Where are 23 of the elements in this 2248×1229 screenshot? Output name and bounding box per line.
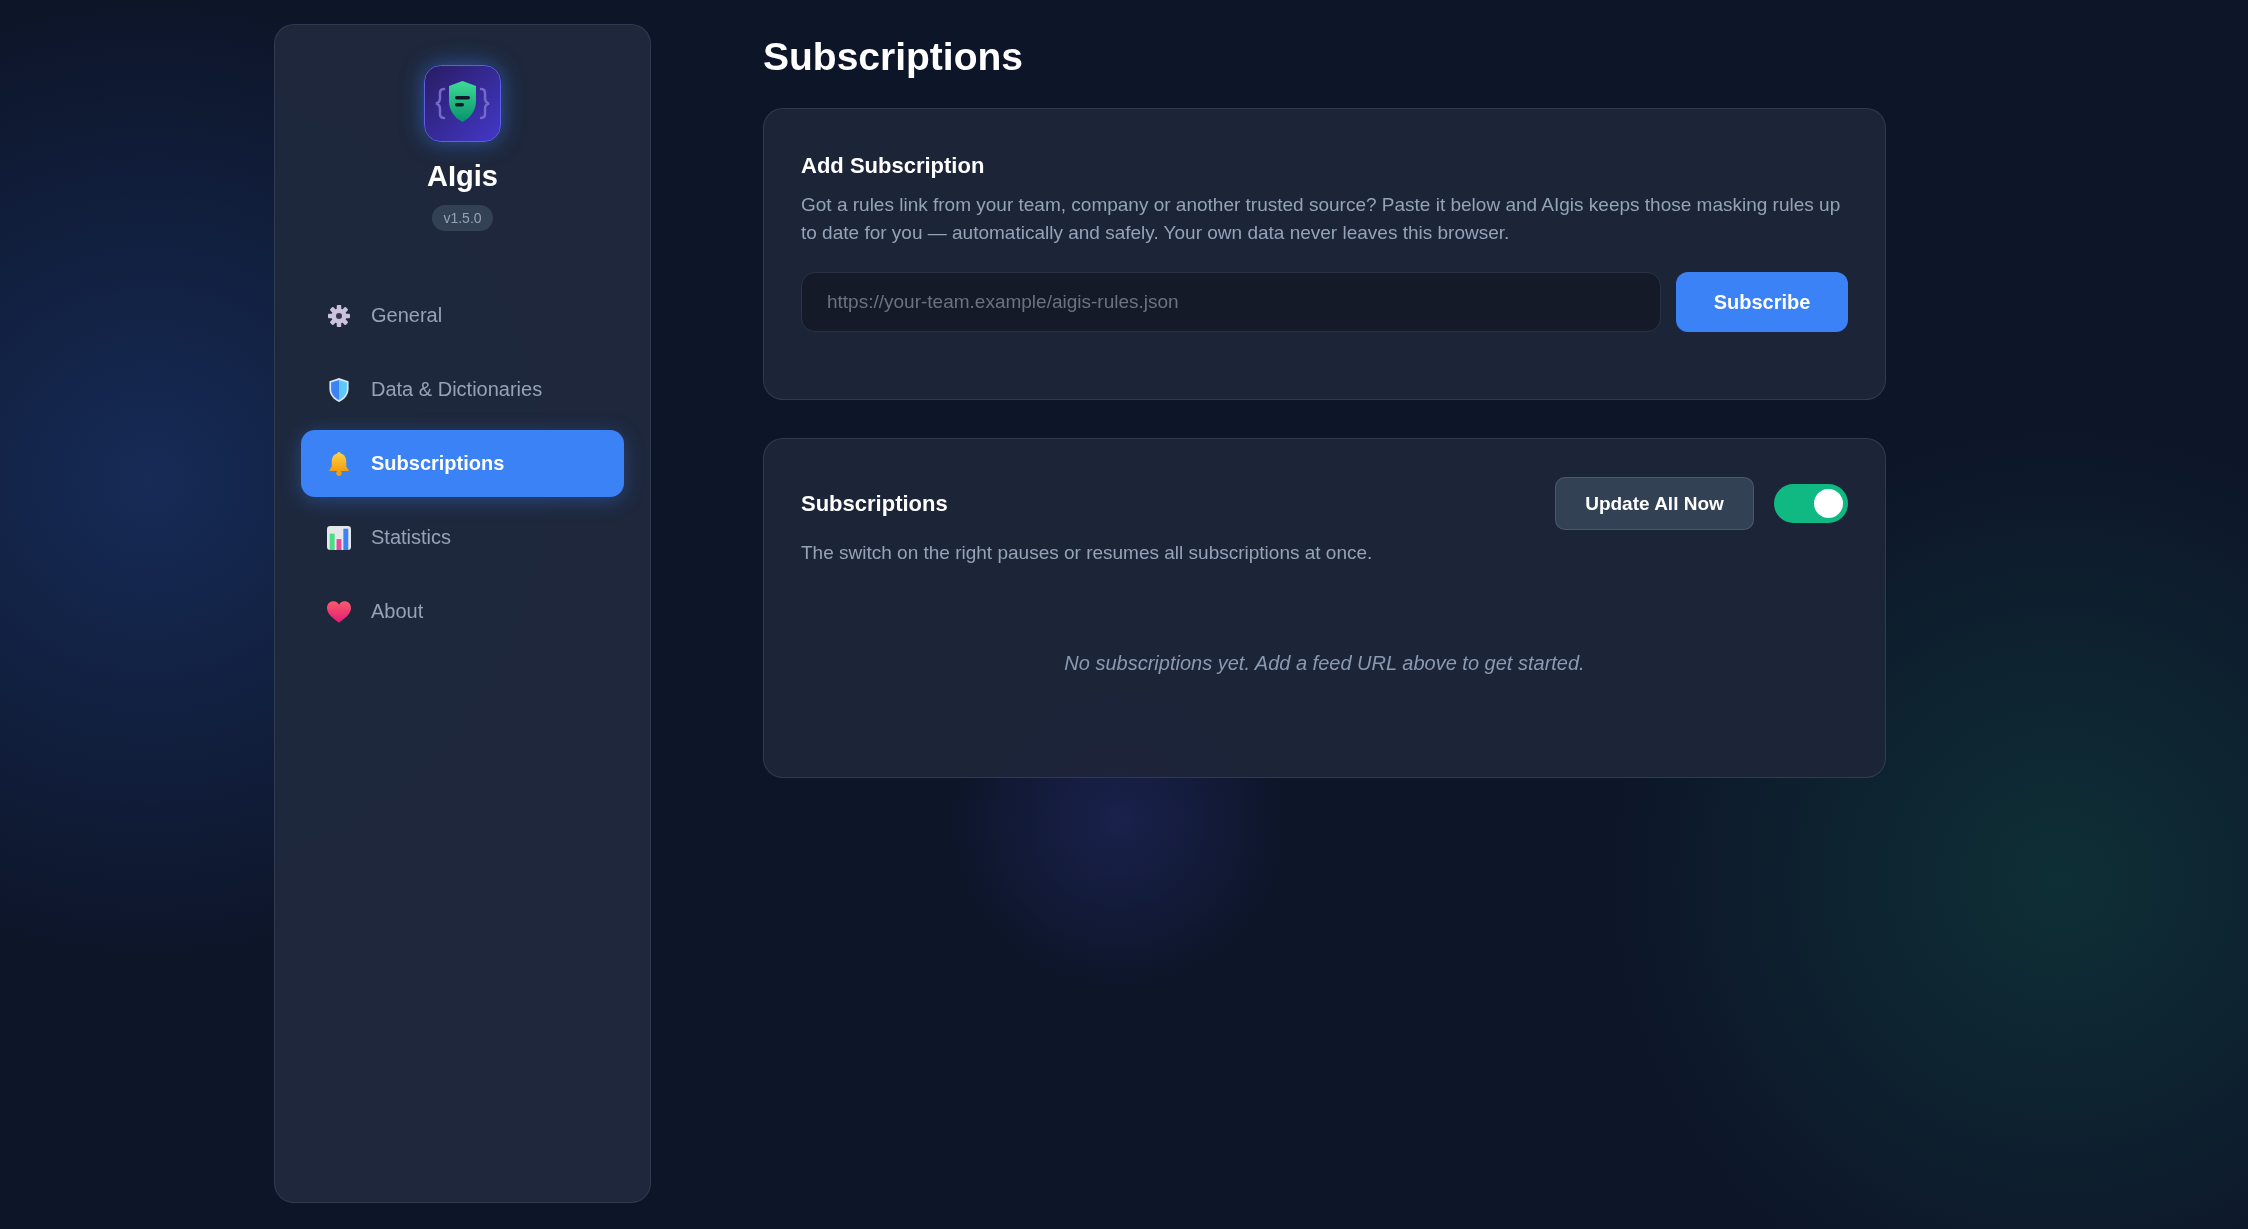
card-description: The switch on the right pauses or resumes all subscriptions at once.: [801, 541, 1374, 565]
shield-icon: [327, 377, 351, 402]
page-title: Subscriptions: [763, 34, 1025, 80]
version-badge: v1.5.0: [432, 205, 493, 231]
sidebar-item[interactable]: Statistics: [301, 504, 624, 571]
sidebar-item[interactable]: About: [301, 578, 624, 645]
card-title: Subscriptions: [801, 489, 948, 518]
card-title: Add Subscription: [801, 152, 986, 180]
sidebar-item[interactable]: Subscriptions: [301, 430, 624, 497]
card-description: Got a rules link from your team, company or another trusted source? Paste it below and AIgis keeps those masking rules up to date for you — automatically and safely. Your own data never leaves this browser.: [801, 193, 1842, 245]
heart-icon: [327, 599, 351, 624]
toggle-switch[interactable]: [1774, 484, 1848, 523]
bell-icon: [327, 451, 351, 476]
url-input[interactable]: https://your-team.example/aigis-rules.json: [801, 272, 1661, 332]
subscribe-button[interactable]: Subscribe: [1676, 272, 1848, 332]
gear-icon: [327, 303, 351, 328]
sidebar-item[interactable]: Data & Dictionaries: [301, 356, 624, 423]
bar-chart-icon: [327, 525, 351, 550]
shield-logo-icon: [424, 65, 501, 142]
empty-state-message: No subscriptions yet. Add a feed URL above to get started.: [1063, 651, 1586, 676]
update-all-button[interactable]: Update All Now: [1555, 477, 1754, 530]
app-name: AIgis: [427, 159, 498, 194]
sidebar-item[interactable]: General: [301, 282, 624, 349]
